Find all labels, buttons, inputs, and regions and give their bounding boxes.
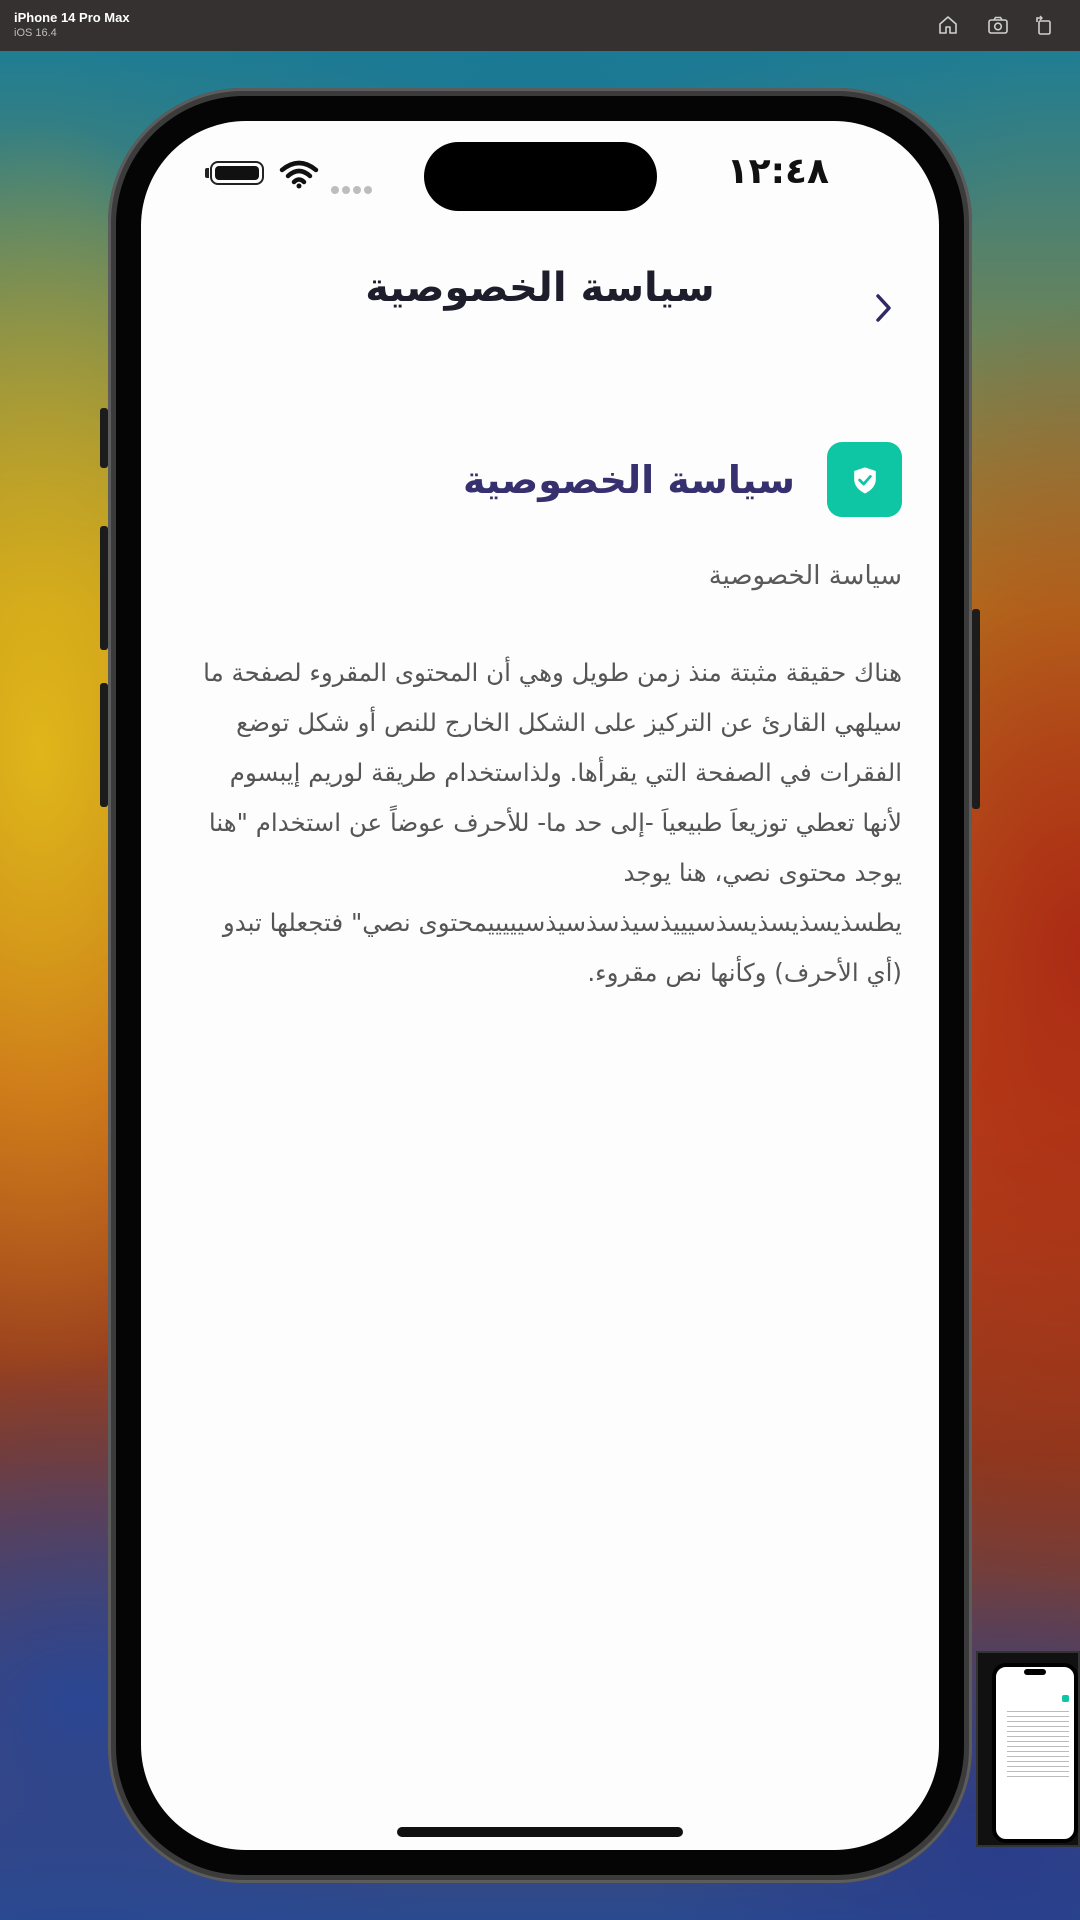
section-header: سياسة الخصوصية — [463, 442, 902, 517]
home-icon[interactable] — [936, 13, 960, 37]
dynamic-island — [424, 142, 657, 211]
cellular-signal-icon — [331, 179, 375, 198]
shield-check-icon — [827, 442, 902, 517]
page-title: سياسة الخصوصية — [365, 265, 715, 311]
wifi-icon — [279, 159, 319, 189]
rotate-icon[interactable] — [1032, 13, 1056, 37]
home-indicator[interactable] — [397, 1827, 683, 1837]
os-version: iOS 16.4 — [14, 27, 57, 39]
privacy-body-text: هناك حقيقة مثبتة منذ زمن طويل وهي أن الم… — [203, 658, 902, 987]
app-screen: ١٢:٤٨ سياسة الخصوصية سياسة الخصوصية سياس… — [141, 121, 939, 1850]
section-title: سياسة الخصوصية — [462, 457, 795, 502]
device-name: iPhone 14 Pro Max — [14, 10, 130, 25]
volume-up-button — [100, 526, 108, 650]
power-button — [972, 609, 980, 809]
content-subtitle: سياسة الخصوصية — [708, 561, 902, 591]
screenshot-thumbnail[interactable] — [976, 1651, 1080, 1847]
battery-icon — [210, 161, 264, 185]
thumbnail-preview — [992, 1663, 1078, 1843]
screenshot-icon[interactable] — [986, 13, 1010, 37]
silent-switch — [100, 408, 108, 468]
volume-down-button — [100, 683, 108, 807]
simulator-toolbar: iPhone 14 Pro Max iOS 16.4 — [0, 0, 1080, 51]
chevron-right-icon[interactable] — [868, 286, 898, 330]
battery-tip — [205, 168, 209, 178]
status-time: ١٢:٤٨ — [726, 151, 829, 192]
